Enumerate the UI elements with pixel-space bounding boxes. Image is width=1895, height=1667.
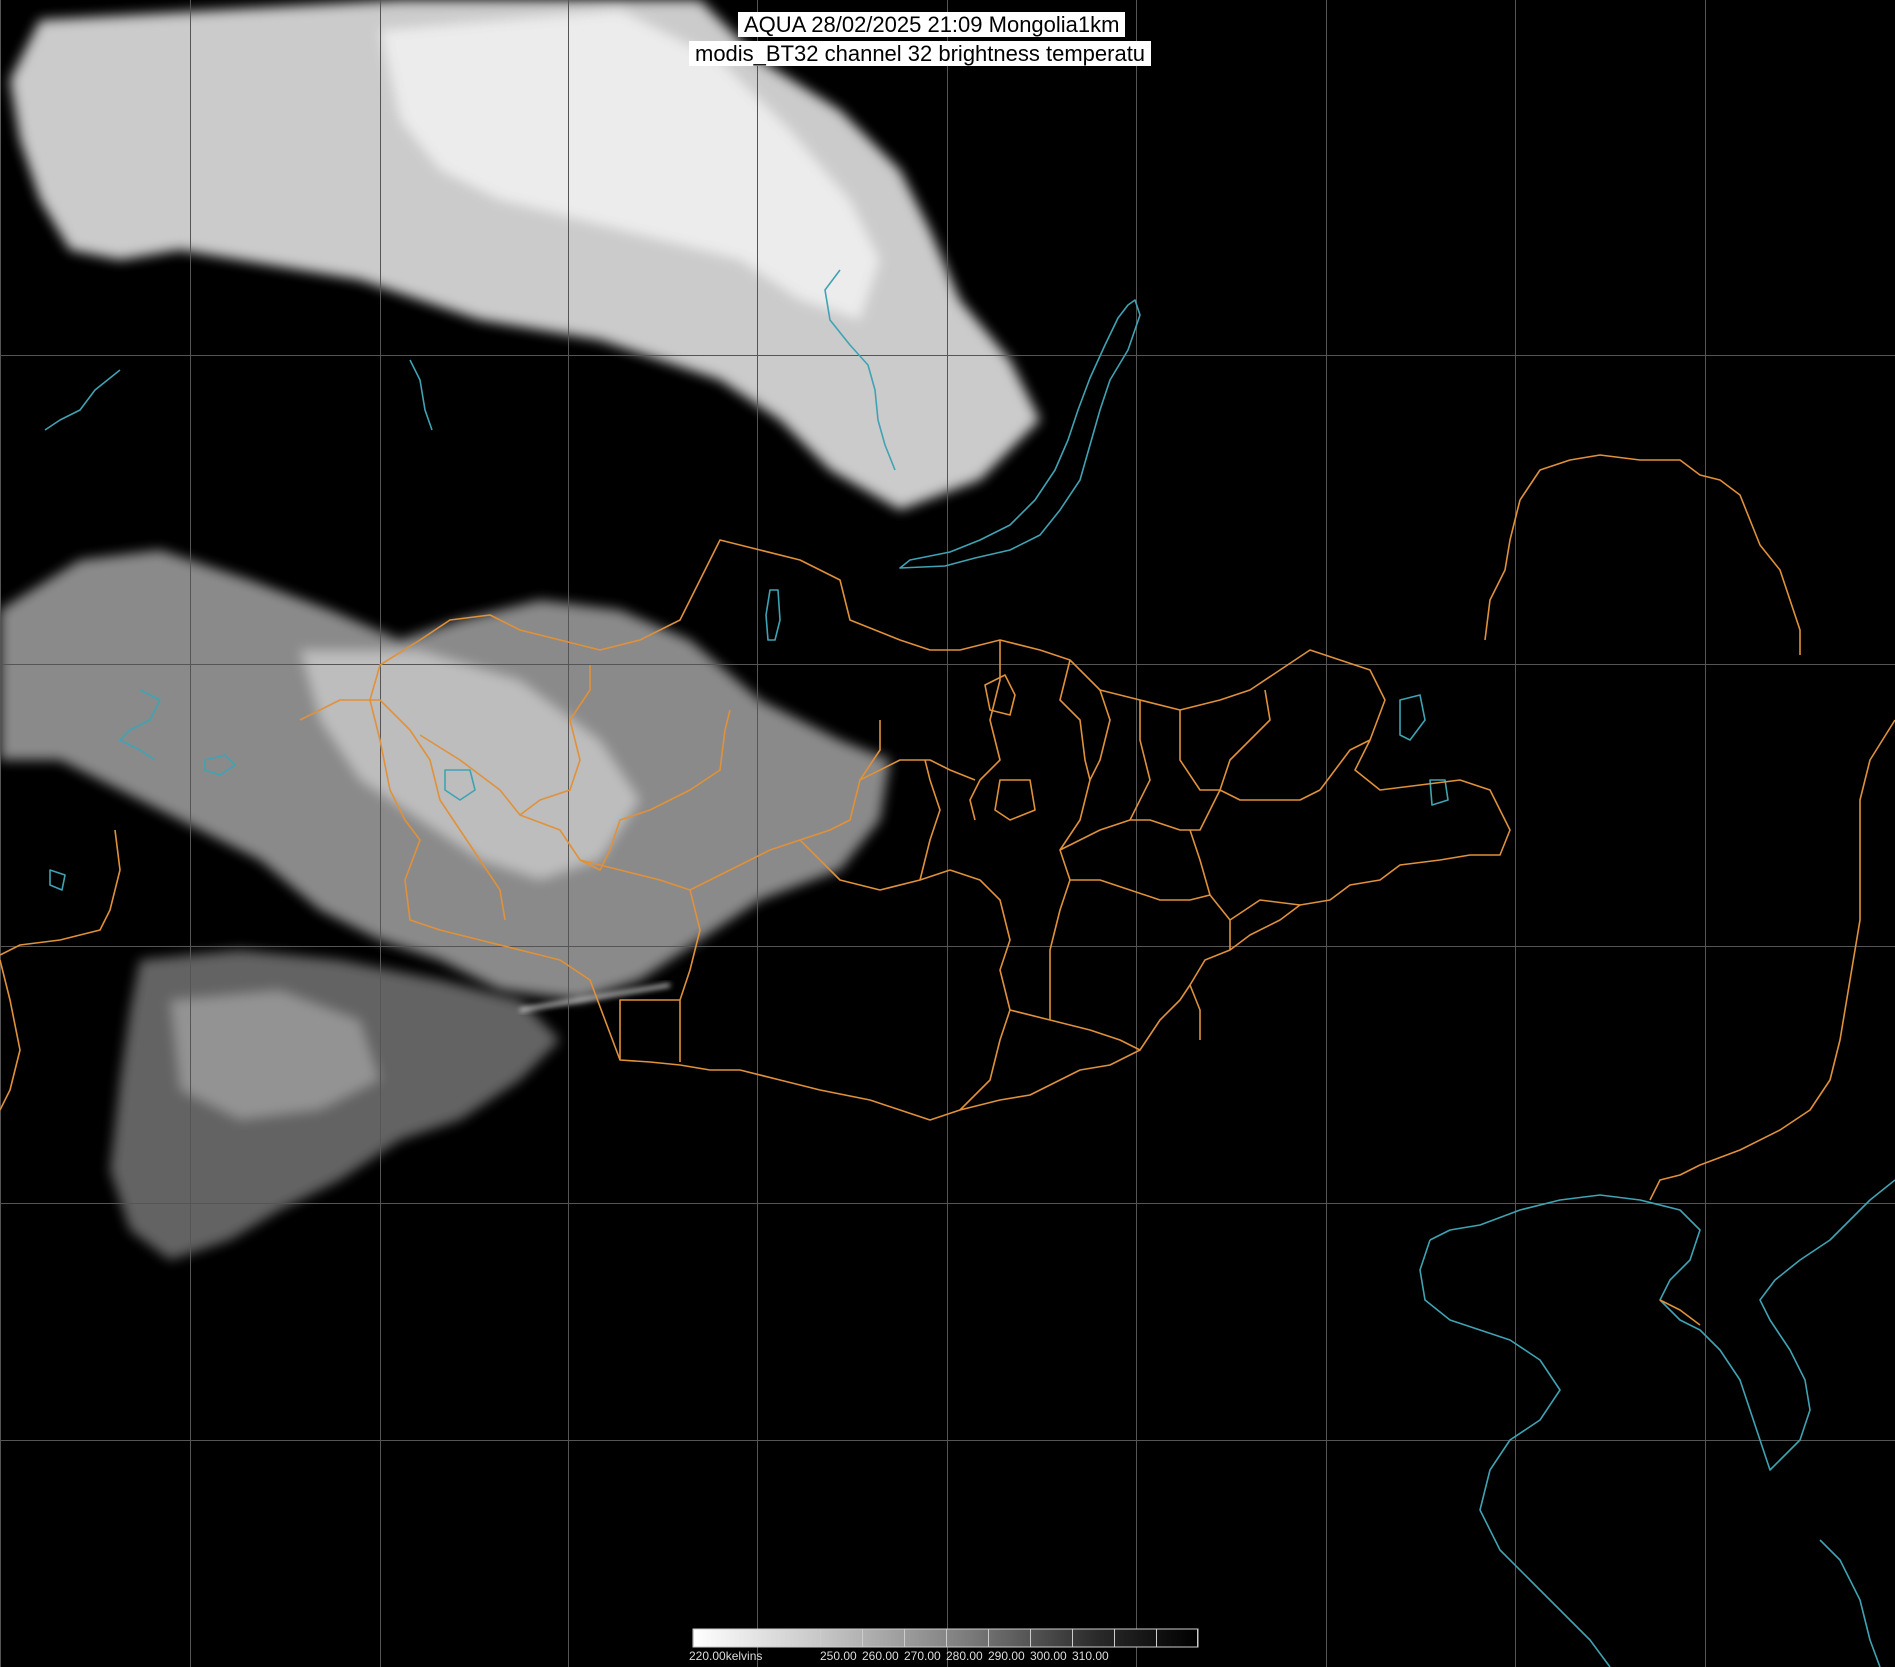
- colorbar-label: 280.00: [946, 1649, 983, 1663]
- ulaanbaatar-boundary: [994, 779, 1036, 821]
- cloud-region-southwest: [110, 950, 560, 1260]
- satellite-map: AQUA 28/02/2025 21:09 Mongolia1km modis_…: [0, 0, 1895, 1667]
- river-northwest: [44, 369, 121, 431]
- map-title-line1: AQUA 28/02/2025 21:09 Mongolia1km: [738, 12, 1126, 37]
- colorbar: [692, 1628, 1199, 1648]
- map-canvas: [0, 0, 1895, 1667]
- lake-west-small: [49, 869, 66, 891]
- lake-khovsgol: [765, 589, 781, 641]
- river-west: [409, 359, 433, 431]
- lake-east: [1399, 694, 1426, 741]
- coast-southeast: [1819, 1539, 1881, 1667]
- russia-china-border-east: [1519, 454, 1801, 655]
- coast-bohai-korea: [1429, 1179, 1895, 1471]
- colorbar-label: 270.00: [904, 1649, 941, 1663]
- border-southwest-segment: [0, 959, 21, 1111]
- colorbar-label: 310.00: [1072, 1649, 1109, 1663]
- colorbar-gradient: [693, 1629, 1198, 1647]
- colorbar-label: 260.00: [862, 1649, 899, 1663]
- colorbar-label: 290.00: [988, 1649, 1025, 1663]
- colorbar-label: 250.00: [820, 1649, 857, 1663]
- map-title-line2: modis_BT32 channel 32 brightness tempera…: [689, 41, 1152, 66]
- border-korea: [1659, 1299, 1701, 1326]
- colorbar-label: 300.00: [1030, 1649, 1067, 1663]
- border-west-segment: [0, 829, 121, 956]
- china-border-east: [1649, 719, 1895, 1201]
- china-border-northeast: [1484, 499, 1521, 641]
- colorbar-label: 220.00kelvins: [689, 1649, 763, 1663]
